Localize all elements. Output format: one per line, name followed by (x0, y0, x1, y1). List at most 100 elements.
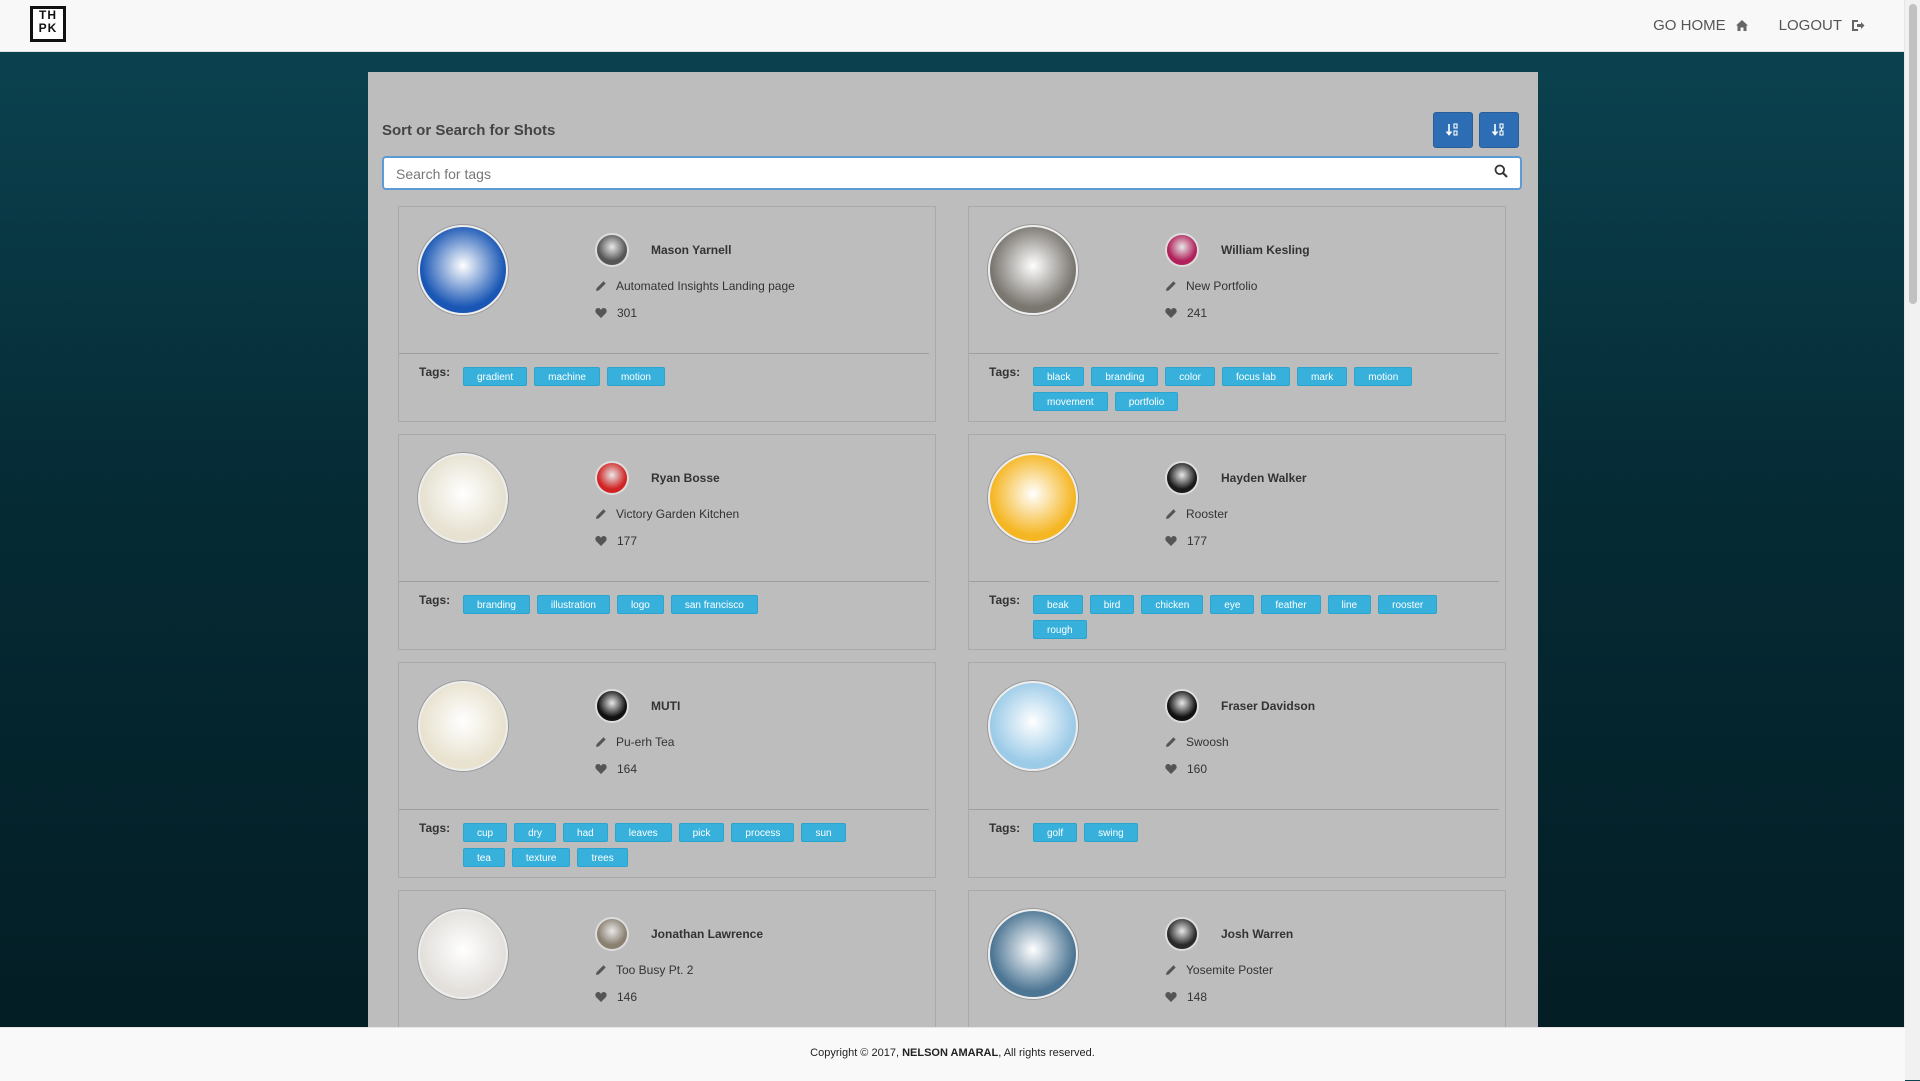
shot-title-row: Too Busy Pt. 2 (595, 963, 693, 977)
tag-search-input[interactable] (394, 158, 1478, 190)
shots-panel: Sort or Search for Shots Mason Yarnell Au… (368, 72, 1538, 1027)
avatar[interactable] (1165, 461, 1199, 495)
shot-thumbnail[interactable] (418, 909, 508, 999)
shot-title: Swoosh (1186, 735, 1229, 749)
tag-chip[interactable]: focus lab (1221, 367, 1290, 386)
likes-count: 241 (1187, 306, 1208, 320)
tag-list: black branding color focus lab mark motion mov… (1033, 367, 1453, 411)
tag-chip[interactable]: line (1327, 595, 1372, 614)
likes-count: 148 (1187, 990, 1208, 1004)
tag-chip[interactable]: eye (1210, 595, 1255, 614)
shot-card[interactable]: Mason Yarnell Automated Insights Landing … (398, 206, 936, 422)
tag-chip[interactable]: motion (1354, 367, 1413, 386)
avatar[interactable] (595, 233, 629, 267)
shot-card[interactable]: Josh Warren Yosemite Poster 148 (968, 890, 1506, 1027)
tag-chip[interactable]: gradient (463, 367, 528, 386)
go-home-link[interactable]: GO HOME (1653, 17, 1749, 34)
tag-chip[interactable]: sun (801, 823, 846, 842)
shot-title: Yosemite Poster (1186, 963, 1273, 977)
shot-thumbnail[interactable] (418, 453, 508, 543)
logo-line-2: PK (38, 21, 58, 35)
avatar[interactable] (1165, 917, 1199, 951)
shot-thumbnail[interactable] (418, 225, 508, 315)
shot-card[interactable]: Fraser Davidson Swoosh 160 Tags: golf swing (968, 662, 1506, 878)
heart-icon (595, 308, 607, 318)
tag-chip[interactable]: black (1033, 367, 1085, 386)
likes-count: 160 (1187, 762, 1208, 776)
author-name: Ryan Bosse (651, 471, 720, 485)
likes-row: 148 (1165, 990, 1207, 1004)
page-scrollbar[interactable] (1904, 0, 1920, 1080)
tag-chip[interactable]: mark (1297, 367, 1348, 386)
likes-row: 177 (595, 534, 637, 548)
shot-thumbnail[interactable] (988, 453, 1078, 543)
tag-chip[interactable]: swing (1084, 823, 1138, 842)
tag-chip[interactable]: pick (678, 823, 725, 842)
avatar[interactable] (1165, 689, 1199, 723)
heart-icon (1165, 992, 1177, 1002)
shot-card[interactable]: Jonathan Lawrence Too Busy Pt. 2 146 (398, 890, 936, 1027)
likes-row: 241 (1165, 306, 1207, 320)
likes-row: 177 (1165, 534, 1207, 548)
tag-chip[interactable]: portfolio (1114, 392, 1179, 411)
tag-chip[interactable]: tea (463, 848, 505, 867)
shot-thumbnail[interactable] (418, 681, 508, 771)
sort-ascending-button[interactable] (1433, 112, 1473, 148)
pencil-icon (596, 509, 606, 519)
shot-thumbnail[interactable] (988, 909, 1078, 999)
tag-chip[interactable]: color (1165, 367, 1215, 386)
tag-chip[interactable]: illustration (536, 595, 610, 614)
tag-chip[interactable]: san francisco (670, 595, 758, 614)
tag-list: beak bird chicken eye feather line rooster roug… (1033, 595, 1453, 639)
shot-card[interactable]: Hayden Walker Rooster 177 Tags: beak bird chic… (968, 434, 1506, 650)
tag-chip[interactable]: beak (1033, 595, 1083, 614)
avatar[interactable] (595, 461, 629, 495)
tag-chip[interactable]: logo (616, 595, 664, 614)
heart-icon (595, 764, 607, 774)
scrollbar-thumb[interactable] (1909, 4, 1917, 304)
tag-chip[interactable]: bird (1089, 595, 1135, 614)
sort-descending-button[interactable] (1479, 112, 1519, 148)
tag-chip[interactable]: chicken (1141, 595, 1204, 614)
tag-chip[interactable]: had (563, 823, 608, 842)
likes-count: 164 (617, 762, 638, 776)
shot-thumbnail[interactable] (988, 225, 1078, 315)
shot-card[interactable]: Ryan Bosse Victory Garden Kitchen 177 Tags:… (398, 434, 936, 650)
shot-title: Victory Garden Kitchen (616, 507, 740, 521)
card-divider (969, 581, 1499, 582)
pencil-icon (1166, 509, 1176, 519)
tag-chip[interactable]: process (731, 823, 795, 842)
tag-chip[interactable]: motion (606, 367, 665, 386)
tag-chip[interactable]: dry (514, 823, 557, 842)
pencil-icon (1166, 965, 1176, 975)
footer-author[interactable]: NELSON AMARAL (902, 1047, 998, 1059)
shot-thumbnail[interactable] (988, 681, 1078, 771)
brand-logo[interactable]: TH PK (30, 6, 66, 42)
likes-row: 164 (595, 762, 637, 776)
tag-chip[interactable]: branding (1091, 367, 1159, 386)
avatar[interactable] (1165, 233, 1199, 267)
logout-link[interactable]: LOGOUT (1779, 17, 1865, 34)
tag-chip[interactable]: movement (1033, 392, 1108, 411)
tag-chip[interactable]: branding (463, 595, 530, 614)
shot-card[interactable]: MUTI Pu-erh Tea 164 Tags: cup dry had leaves pic… (398, 662, 936, 878)
shot-title: New Portfolio (1186, 279, 1258, 293)
tag-chip[interactable]: trees (577, 848, 628, 867)
card-divider (399, 353, 929, 354)
tag-chip[interactable]: machine (534, 367, 600, 386)
tag-chip[interactable]: golf (1033, 823, 1078, 842)
tags-label: Tags: (419, 821, 451, 835)
tag-chip[interactable]: rough (1033, 620, 1087, 639)
sort-ascending-icon (1445, 123, 1458, 136)
tag-chip[interactable]: cup (463, 823, 508, 842)
tag-chip[interactable]: feather (1261, 595, 1321, 614)
tag-chip[interactable]: texture (511, 848, 571, 867)
avatar[interactable] (595, 689, 629, 723)
search-icon[interactable] (1494, 164, 1508, 178)
shot-card[interactable]: William Kesling New Portfolio 241 Tags: blac… (968, 206, 1506, 422)
heart-icon (595, 992, 607, 1002)
avatar[interactable] (595, 917, 629, 951)
tag-chip[interactable]: leaves (614, 823, 672, 842)
tag-chip[interactable]: rooster (1378, 595, 1438, 614)
pencil-icon (1166, 281, 1176, 291)
